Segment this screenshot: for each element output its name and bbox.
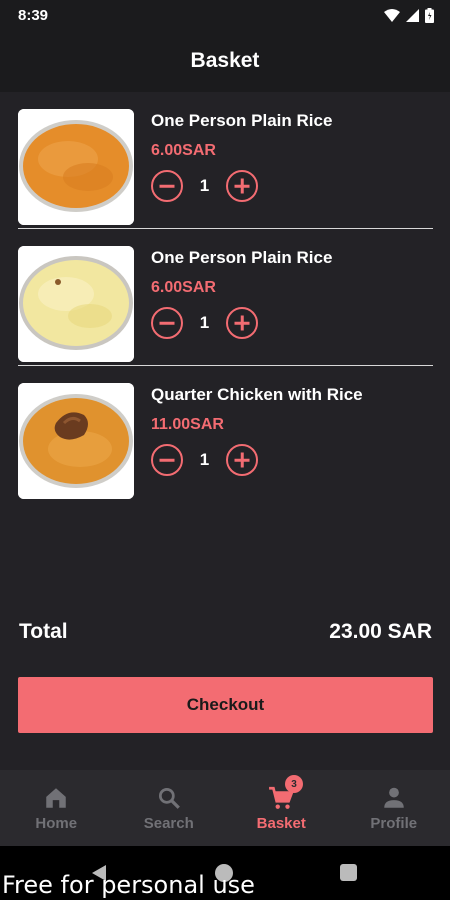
item-name: One Person Plain Rice [151, 111, 333, 130]
decrease-quantity-button[interactable] [151, 307, 183, 339]
item-name: Quarter Chicken with Rice [151, 385, 363, 404]
nav-label: Basket [256, 814, 306, 832]
wifi-icon [384, 8, 400, 22]
signal-icon [406, 8, 419, 22]
orange-rice-plate-image [18, 109, 134, 225]
increase-quantity-button[interactable] [226, 307, 258, 339]
item-price: 11.00SAR [151, 416, 224, 433]
yellow-rice-plate-image [18, 246, 134, 362]
status-bar: 8:39 [0, 0, 450, 30]
total-row: Total 23.00 SAR [19, 620, 432, 644]
total-value: 23.00 SAR [329, 620, 432, 643]
home-icon [46, 787, 66, 808]
decrease-quantity-button[interactable] [151, 444, 183, 476]
item-name: One Person Plain Rice [151, 248, 333, 267]
nav-label: Search [143, 814, 194, 832]
basket-item: One Person Plain Rice 6.00SAR 1 [18, 92, 433, 229]
item-image [18, 246, 134, 362]
battery-icon [425, 7, 434, 23]
quantity-stepper: 1 [151, 170, 258, 202]
basket-item: One Person Plain Rice 6.00SAR 1 [18, 229, 433, 366]
bottom-nav: Home Search Basket 3 Profile [0, 770, 450, 846]
nav-item-home[interactable]: Home [0, 770, 113, 846]
quantity-stepper: 1 [151, 307, 258, 339]
checkout-button[interactable]: Checkout [18, 677, 433, 733]
item-image [18, 383, 134, 499]
item-price: 6.00SAR [151, 142, 216, 159]
quantity-stepper: 1 [151, 444, 258, 476]
nav-label: Profile [370, 814, 418, 832]
app-bar: Basket [0, 30, 450, 92]
nav-item-basket[interactable]: Basket 3 [225, 770, 338, 846]
search-icon [158, 787, 180, 809]
increase-quantity-button[interactable] [226, 170, 258, 202]
item-image [18, 109, 134, 225]
watermark-text: Free for personal use [2, 871, 255, 899]
item-price: 6.00SAR [151, 279, 216, 296]
decrease-quantity-button[interactable] [151, 170, 183, 202]
basket-list: One Person Plain Rice 6.00SAR 1 One Pers… [0, 92, 450, 503]
total-label: Total [19, 620, 68, 643]
quantity-value: 1 [199, 450, 210, 469]
status-time: 8:39 [18, 6, 49, 24]
nav-item-profile[interactable]: Profile [338, 770, 450, 846]
nav-label: Home [35, 814, 78, 832]
cart-count-badge: 3 [285, 775, 303, 793]
page-title: Basket [190, 49, 260, 72]
nav-item-search[interactable]: Search [113, 770, 226, 846]
chicken-rice-plate-image [18, 383, 134, 499]
increase-quantity-button[interactable] [226, 444, 258, 476]
basket-item: Quarter Chicken with Rice 11.00SAR 1 [18, 366, 433, 503]
recents-button[interactable] [340, 864, 357, 881]
quantity-value: 1 [199, 176, 210, 195]
person-icon [384, 787, 404, 808]
status-icons [384, 7, 434, 23]
quantity-value: 1 [199, 313, 210, 332]
